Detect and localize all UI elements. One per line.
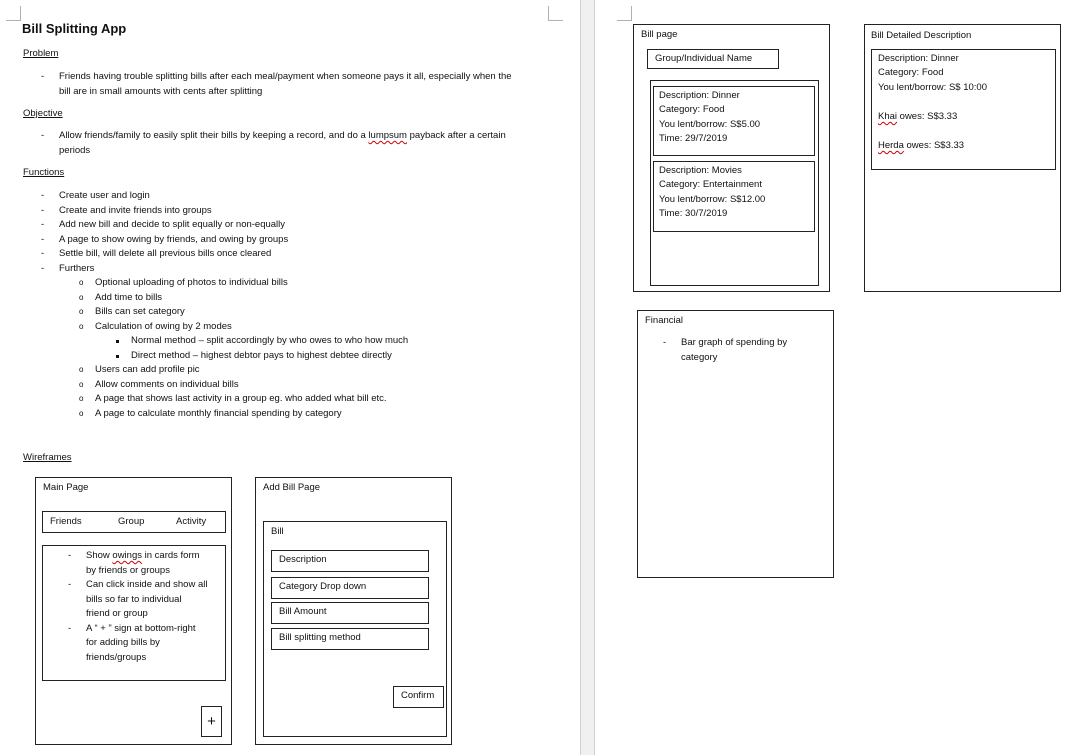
bill-card-description: Description: Movies — [659, 165, 742, 176]
list-item: Create and invite friends into groups — [41, 204, 288, 219]
list-item: Bar graph of spending by — [663, 336, 787, 351]
debtor-name: Khai — [878, 111, 898, 122]
financial-wireframe: Financial Bar graph of spending by categ… — [637, 310, 834, 578]
add-bill-wireframe: Add Bill Page Bill Description Category … — [255, 477, 452, 745]
bill-card[interactable]: Description: Dinner Category: Food You l… — [653, 86, 815, 156]
detail-description: Description: Dinner — [878, 53, 959, 64]
list-item: Optional uploading of photos to individu… — [79, 276, 288, 291]
text-span: Allow friends/family to easily split the… — [59, 130, 369, 141]
detail-category: Category: Food — [878, 67, 944, 78]
list-item: Friends having trouble splitting bills a… — [41, 70, 512, 85]
list-item: Add time to bills — [79, 291, 288, 306]
text-span: in cards form — [141, 550, 200, 561]
debtor-name: Herda — [878, 140, 904, 151]
owes-amount: owes: S$3.33 — [897, 111, 958, 122]
wireframe-title: Financial — [645, 315, 684, 326]
bill-amount-field[interactable]: Bill Amount — [271, 602, 429, 624]
list-item: Show owings in cards form — [68, 549, 207, 564]
furthers-list-2: Users can add profile pic Allow comments… — [79, 363, 387, 422]
page-corner-mark — [617, 6, 632, 21]
list-item: for adding bills by — [86, 637, 160, 648]
list-item: Calculation of owing by 2 modes — [79, 320, 288, 335]
misspelled-word: owings — [112, 550, 142, 561]
bill-detail-card: Description: Dinner Category: Food You l… — [871, 49, 1056, 170]
list-item: Direct method – highest debtor pays to h… — [115, 349, 408, 364]
tab-friends[interactable]: Friends — [50, 515, 82, 530]
list-item: bill are in small amounts with cents aft… — [59, 85, 263, 97]
list-item: Add new bill and decide to split equally… — [41, 218, 288, 233]
list-item: friends/groups — [86, 651, 147, 663]
furthers-list: Optional uploading of photos to individu… — [79, 276, 288, 335]
detail-amount: You lent/borrow: S$ 10:00 — [878, 82, 987, 93]
list-item: A page to calculate monthly financial sp… — [79, 407, 387, 422]
list-item: Create user and login — [41, 189, 288, 204]
add-bill-plus-button[interactable]: + — [201, 706, 222, 737]
bill-card-amount: You lent/borrow: S$5.00 — [659, 119, 761, 130]
text-span: Show — [86, 550, 113, 561]
text-span: payback after a certain — [406, 130, 506, 141]
list-item: friend or group — [86, 608, 148, 619]
main-page-wireframe: Main Page Friends Group Activity Show ow… — [35, 477, 232, 745]
detail-owes-row: Herda owes: S$3.33 — [878, 139, 964, 154]
bill-card-time: Time: 30/7/2019 — [659, 208, 728, 219]
bill-card-category: Category: Entertainment — [659, 179, 762, 190]
list-item: Furthers — [41, 262, 288, 277]
bill-card-time: Time: 29/7/2019 — [659, 133, 728, 144]
category-dropdown[interactable]: Category Drop down — [271, 577, 429, 599]
splitting-method-field[interactable]: Bill splitting method — [271, 628, 429, 650]
list-item: Allow friends/family to easily split the… — [41, 129, 506, 144]
tab-bar: Friends Group Activity — [42, 511, 226, 533]
functions-list: Create user and login Create and invite … — [41, 189, 288, 277]
functions-heading: Functions — [23, 167, 65, 178]
wireframe-title: Bill Detailed Description — [871, 30, 972, 41]
detail-owes-row: Khai owes: S$3.33 — [878, 110, 957, 125]
wireframe-title: Bill page — [641, 29, 678, 40]
list-item: A page to show owing by friends, and owi… — [41, 233, 288, 248]
document-title: Bill Splitting App — [22, 21, 127, 36]
list-item: A page that shows last activity in a gro… — [79, 392, 386, 407]
wireframe-title: Main Page — [43, 482, 89, 493]
list-item: Normal method – split accordingly by who… — [115, 334, 408, 349]
main-page-notes: Show owings in cards form by friends or … — [68, 549, 208, 665]
bill-page-wireframe: Bill page Group/Individual Name Descript… — [633, 24, 830, 292]
objective-list: Allow friends/family to easily split the… — [41, 129, 506, 158]
list-item: Allow comments on individual bills — [79, 378, 387, 393]
bill-form: Bill Description Category Drop down Bill… — [263, 521, 447, 737]
page-corner-mark — [6, 6, 21, 21]
list-item: A “ + ” sign at bottom-right — [68, 622, 207, 637]
bill-card-amount: You lent/borrow: S$12.00 — [659, 194, 766, 205]
problem-heading: Problem — [23, 48, 59, 59]
description-field[interactable]: Description — [271, 550, 429, 572]
objective-heading: Objective — [23, 108, 63, 119]
list-item: by friends or groups — [86, 564, 170, 576]
page-corner-mark — [548, 6, 563, 21]
list-item: periods — [59, 144, 91, 156]
bill-card[interactable]: Description: Movies Category: Entertainm… — [653, 161, 815, 232]
owes-amount: owes: S$3.33 — [903, 140, 965, 151]
bill-card-category: Category: Food — [659, 104, 725, 115]
list-item: Bills can set category — [79, 305, 288, 320]
list-item: Can click inside and show all — [68, 578, 208, 593]
tab-activity[interactable]: Activity — [176, 515, 206, 530]
group-name-box: Group/Individual Name — [647, 49, 779, 69]
bill-section-label: Bill — [271, 526, 284, 537]
cards-area: Show owings in cards form by friends or … — [42, 545, 226, 681]
page-separator — [580, 0, 595, 755]
list-item: Users can add profile pic — [79, 363, 387, 378]
list-item: category — [681, 351, 718, 363]
list-item: bills so far to individual — [86, 593, 182, 605]
tab-group[interactable]: Group — [118, 515, 144, 530]
confirm-button[interactable]: Confirm — [393, 686, 444, 708]
misspelled-word: lumpsum — [368, 130, 407, 141]
list-item: Settle bill, will delete all previous bi… — [41, 247, 288, 262]
bill-list: Description: Dinner Category: Food You l… — [650, 80, 819, 286]
wireframes-heading: Wireframes — [23, 452, 72, 463]
problem-list: Friends having trouble splitting bills a… — [41, 70, 512, 99]
bill-detail-wireframe: Bill Detailed Description Description: D… — [864, 24, 1061, 292]
financial-notes: Bar graph of spending by category — [663, 336, 787, 365]
bill-card-description: Description: Dinner — [659, 90, 740, 101]
wireframe-title: Add Bill Page — [263, 482, 321, 493]
modes-list: Normal method – split accordingly by who… — [115, 334, 408, 364]
